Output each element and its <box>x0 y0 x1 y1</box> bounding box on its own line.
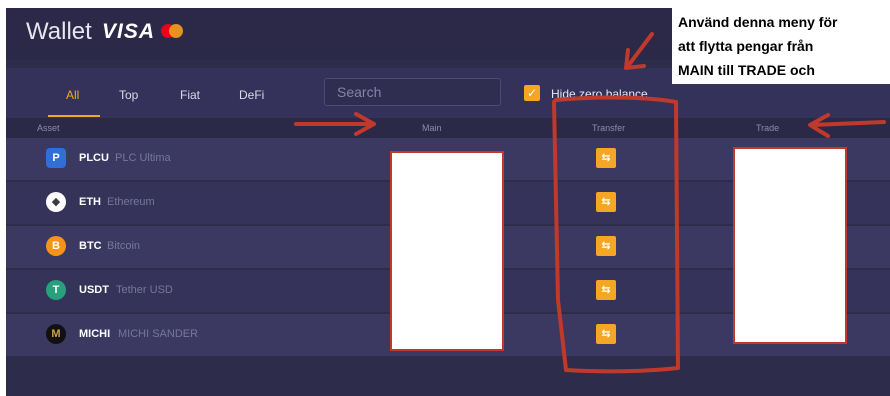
annotation-callout: Använd denna meny för att flytta pengar … <box>672 8 890 84</box>
arrow-callout <box>624 32 654 70</box>
arrow-trade <box>808 113 886 138</box>
annotation-line: Använd denna meny för <box>678 14 838 30</box>
transfer-highlight <box>552 95 680 374</box>
annotation-line: att flytta pengar från <box>678 38 814 54</box>
annotation-line: MAIN till TRADE och <box>678 62 815 78</box>
arrow-main <box>294 112 376 136</box>
